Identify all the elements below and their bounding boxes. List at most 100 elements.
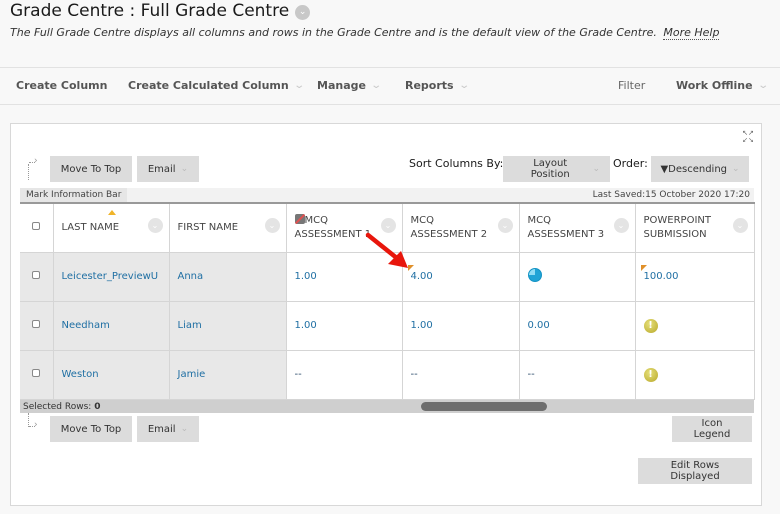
grade-cell[interactable]: 1.00: [402, 301, 520, 351]
row-checkbox[interactable]: [32, 320, 41, 328]
manage-menu[interactable]: Manage ⌄: [317, 79, 382, 92]
page-title-text: Grade Centre : Full Grade Centre: [10, 1, 290, 21]
grade-cell[interactable]: !: [635, 301, 755, 351]
scrollbar-thumb[interactable]: [421, 402, 547, 411]
expand-icon[interactable]: ↖↗ ↙↘: [741, 130, 755, 144]
chevron-down-icon[interactable]: ⌄: [295, 4, 311, 20]
first-name-link[interactable]: Anna: [178, 271, 204, 282]
filter-button[interactable]: Filter: [618, 79, 645, 92]
chevron-down-icon: ⌄: [180, 424, 189, 434]
more-help-link[interactable]: More Help: [663, 26, 720, 40]
selection-arrow-icon: ›: [28, 156, 44, 180]
move-to-top-button[interactable]: Move To Top: [50, 156, 132, 182]
table-row: Needham Liam 1.00 1.00 0.00 !: [20, 301, 755, 351]
column-menu-icon[interactable]: ⌄: [497, 218, 513, 233]
row-checkbox[interactable]: [32, 271, 41, 279]
needs-grading-icon[interactable]: !: [643, 367, 658, 382]
page-title: Grade Centre : Full Grade Centre ⌄: [10, 1, 311, 21]
sort-columns-by-value: Layout Position: [530, 158, 570, 180]
column-header-last-name[interactable]: LAST NAME ⌄: [53, 203, 170, 253]
last-name-link[interactable]: Needham: [62, 320, 110, 331]
grade-cell[interactable]: --: [519, 350, 636, 400]
first-name-cell: Liam: [169, 301, 287, 351]
column-title-line2: ASSESSMENT 2: [410, 228, 488, 240]
column-menu-icon[interactable]: ⌄: [732, 218, 748, 233]
order-select[interactable]: ▼Descending ⌄: [651, 156, 749, 182]
move-to-top-label: Move To Top: [60, 163, 122, 175]
last-name-link[interactable]: Weston: [62, 369, 99, 380]
column-title-line2: SUBMISSION: [643, 228, 707, 240]
grade-cell[interactable]: 0.00: [519, 301, 636, 351]
grade-value[interactable]: --: [295, 369, 302, 380]
first-name-link[interactable]: Liam: [178, 320, 202, 331]
email-menu-button-bottom[interactable]: Email ⌄: [137, 416, 199, 442]
grade-centre-panel: ↖↗ ↙↘ › Move To Top Email ⌄ Sort Columns …: [10, 123, 762, 506]
chevron-down-icon: ⌄: [756, 80, 769, 91]
work-offline-menu[interactable]: Work Offline ⌄: [676, 79, 769, 92]
create-column-label: Create Column: [16, 79, 108, 92]
work-offline-label: Work Offline: [676, 79, 753, 92]
filter-label: Filter: [618, 79, 646, 92]
column-title-line1: MCQ: [410, 214, 434, 226]
chevron-down-icon: ⌄: [592, 164, 600, 174]
table-row: Weston Jamie -- -- -- !: [20, 350, 755, 400]
grade-value[interactable]: 1.00: [411, 320, 433, 331]
selection-arrow-icon: ›: [28, 413, 44, 430]
create-calculated-column-menu[interactable]: Create Calculated Column ⌄: [128, 79, 305, 92]
grade-cell[interactable]: 4.00: [402, 252, 520, 302]
last-saved: Last Saved:15 October 2020 17:20: [592, 190, 750, 200]
sort-columns-by-select[interactable]: Layout Position ⌄: [503, 156, 610, 182]
column-title-line1: MCQ: [304, 214, 328, 226]
reports-label: Reports: [405, 79, 454, 92]
grade-value[interactable]: 1.00: [295, 320, 317, 331]
grade-cell[interactable]: !: [635, 350, 755, 400]
grade-value[interactable]: 1.00: [295, 271, 317, 282]
column-menu-icon[interactable]: ⌄: [147, 218, 163, 233]
selected-rows-count: 0: [94, 402, 101, 412]
order-label: Order:: [613, 157, 648, 170]
select-all-checkbox[interactable]: [32, 221, 41, 230]
create-column-button[interactable]: Create Column: [16, 79, 107, 92]
mark-information-bar-label[interactable]: Mark Information Bar: [20, 188, 128, 202]
annotation-arrow-icon: [365, 232, 408, 268]
chevron-down-icon: ⌄: [293, 80, 305, 91]
grade-value[interactable]: --: [528, 369, 535, 380]
grade-cell[interactable]: --: [402, 350, 520, 400]
edit-rows-displayed-button[interactable]: Edit Rows Displayed: [638, 458, 752, 484]
column-header-mcq-assessment-2[interactable]: MCQ ASSESSMENT 2 ⌄: [402, 203, 520, 253]
grade-value-overridden[interactable]: 4.00: [407, 265, 433, 282]
horizontal-scrollbar[interactable]: Selected Rows: 0: [20, 400, 754, 413]
row-select-cell: [20, 301, 54, 351]
reports-menu[interactable]: Reports ⌄: [405, 79, 470, 92]
column-header-first-name[interactable]: FIRST NAME ⌄: [169, 203, 287, 253]
email-menu-button[interactable]: Email ⌄: [137, 156, 199, 182]
row-checkbox[interactable]: [32, 369, 41, 377]
selected-rows-label: Selected Rows:: [23, 402, 92, 412]
needs-grading-icon[interactable]: !: [643, 318, 658, 333]
grade-cell[interactable]: 1.00: [286, 301, 403, 351]
action-bar: Create Column Create Calculated Column ⌄…: [0, 67, 780, 105]
column-header-powerpoint-submission[interactable]: POWERPOINT SUBMISSION ⌄: [635, 203, 755, 253]
grade-cell[interactable]: [519, 252, 636, 302]
icon-legend-button[interactable]: Icon Legend: [672, 416, 752, 442]
column-menu-icon[interactable]: ⌄: [613, 218, 629, 233]
chevron-down-icon: ⌄: [457, 80, 470, 91]
chevron-down-icon: ⌄: [180, 164, 189, 174]
grade-value-overridden[interactable]: 100.00: [640, 265, 679, 282]
move-to-top-button-bottom[interactable]: Move To Top: [50, 416, 132, 442]
last-name-link[interactable]: Leicester_PreviewU: [62, 271, 159, 282]
grade-value[interactable]: 0.00: [528, 320, 550, 331]
column-title-line2: ASSESSMENT 1: [294, 228, 372, 240]
column-header-mcq-assessment-3[interactable]: MCQ ASSESSMENT 3 ⌄: [519, 203, 636, 253]
grade-value[interactable]: --: [411, 369, 418, 380]
column-title-line1: POWERPOINT: [643, 214, 712, 226]
grade-cell[interactable]: --: [286, 350, 403, 400]
email-label: Email: [147, 423, 176, 435]
chevron-down-icon: ⌄: [732, 164, 740, 174]
page-description: The Full Grade Centre displays all colum…: [10, 26, 720, 40]
in-progress-icon[interactable]: [527, 268, 542, 282]
grade-cell[interactable]: 100.00: [635, 252, 755, 302]
column-menu-icon[interactable]: ⌄: [264, 218, 280, 233]
override-flag-icon: [640, 265, 647, 271]
first-name-link[interactable]: Jamie: [178, 369, 206, 380]
